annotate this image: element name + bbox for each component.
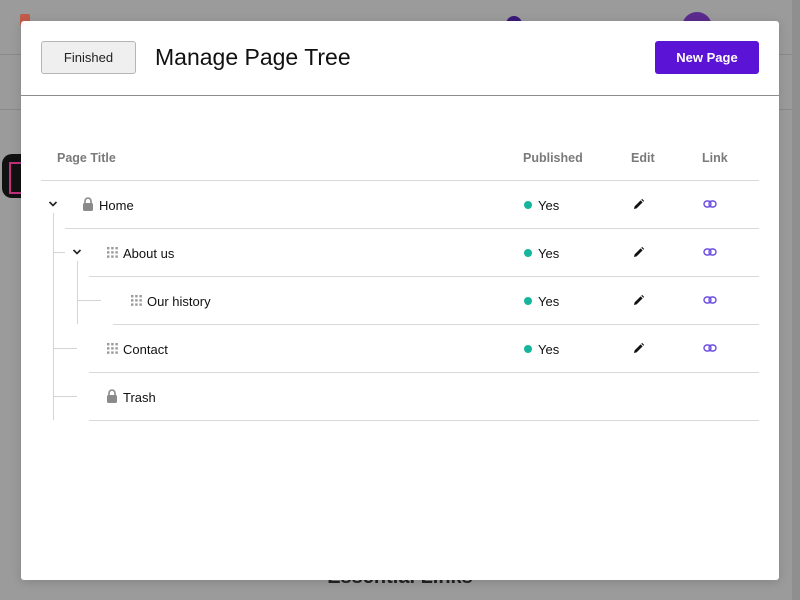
row-divider bbox=[89, 420, 759, 421]
link-icon[interactable] bbox=[703, 343, 717, 353]
row-title[interactable]: Contact bbox=[123, 342, 168, 357]
column-header-title: Page Title bbox=[57, 151, 116, 165]
drag-handle-icon[interactable] bbox=[107, 343, 118, 354]
tree-branch-line bbox=[53, 348, 77, 349]
published-status: Yes bbox=[538, 198, 560, 213]
column-header-published: Published bbox=[523, 151, 583, 165]
row-divider bbox=[89, 372, 759, 373]
link-icon[interactable] bbox=[703, 247, 717, 257]
published-status-dot bbox=[524, 201, 532, 209]
published-status: Yes bbox=[538, 294, 560, 309]
new-page-button[interactable]: New Page bbox=[655, 41, 759, 74]
drag-handle-icon[interactable] bbox=[131, 295, 142, 306]
column-header-edit: Edit bbox=[631, 151, 655, 165]
published-status: Yes bbox=[538, 342, 560, 357]
modal-header: Finished Manage Page Tree New Page bbox=[21, 21, 779, 96]
finished-button[interactable]: Finished bbox=[41, 41, 136, 74]
row-title[interactable]: Trash bbox=[123, 390, 156, 405]
published-status-dot bbox=[524, 345, 532, 353]
row-divider bbox=[113, 324, 759, 325]
background-image bbox=[2, 154, 23, 198]
tree-branch-line bbox=[77, 300, 101, 301]
tree-branch-line bbox=[53, 252, 65, 253]
modal-title: Manage Page Tree bbox=[155, 44, 351, 70]
pencil-icon[interactable] bbox=[632, 342, 645, 355]
lock-icon bbox=[107, 389, 117, 403]
lock-icon bbox=[83, 197, 93, 211]
chevron-down-icon[interactable] bbox=[48, 200, 58, 208]
tree-branch-line bbox=[53, 396, 77, 397]
page-tree-modal: Finished Manage Page Tree New Page Page … bbox=[21, 21, 779, 580]
background-scrollbar bbox=[792, 0, 800, 600]
drag-handle-icon[interactable] bbox=[107, 247, 118, 258]
link-icon[interactable] bbox=[703, 199, 717, 209]
header-divider bbox=[41, 180, 759, 181]
row-title[interactable]: Our history bbox=[147, 294, 211, 309]
link-icon[interactable] bbox=[703, 295, 717, 305]
row-title[interactable]: About us bbox=[123, 246, 174, 261]
pencil-icon[interactable] bbox=[632, 294, 645, 307]
pencil-icon[interactable] bbox=[632, 198, 645, 211]
pencil-icon[interactable] bbox=[632, 246, 645, 259]
chevron-down-icon[interactable] bbox=[72, 248, 82, 256]
published-status-dot bbox=[524, 297, 532, 305]
row-divider bbox=[89, 276, 759, 277]
column-header-link: Link bbox=[702, 151, 728, 165]
tree-guide-line bbox=[53, 213, 54, 420]
row-title[interactable]: Home bbox=[99, 198, 134, 213]
published-status-dot bbox=[524, 249, 532, 257]
tree-guide-line bbox=[77, 261, 78, 324]
published-status: Yes bbox=[538, 246, 560, 261]
row-divider bbox=[65, 228, 759, 229]
